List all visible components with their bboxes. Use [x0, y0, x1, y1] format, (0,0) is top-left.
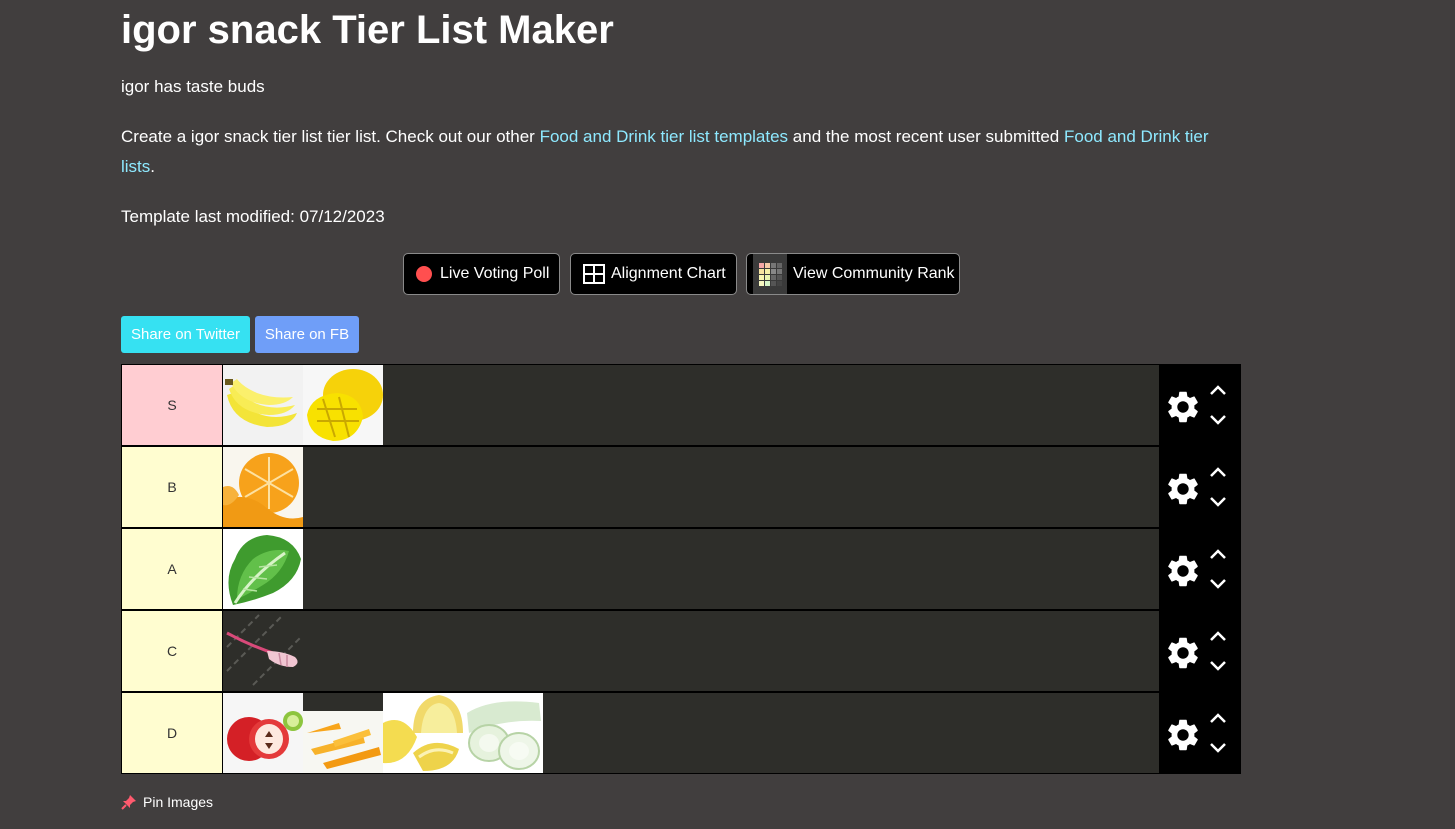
gear-icon[interactable]	[1164, 716, 1202, 754]
tier-controls	[1160, 610, 1241, 692]
live-dot-icon	[416, 266, 432, 282]
chevron-down-icon[interactable]	[1208, 738, 1228, 758]
mango-item[interactable]	[303, 365, 383, 445]
pin-images-button[interactable]: Pin Images	[121, 794, 213, 810]
tier-row: D	[121, 692, 1241, 774]
gear-icon[interactable]	[1164, 388, 1202, 426]
community-rank-icon	[753, 254, 787, 294]
tier-row: S	[121, 364, 1241, 446]
tier-items	[223, 693, 1159, 773]
tier-controls	[1160, 692, 1241, 774]
live-voting-poll-label: Live Voting Poll	[440, 265, 550, 282]
radish-item[interactable]	[223, 611, 303, 691]
chevron-up-icon[interactable]	[1208, 462, 1228, 482]
chevron-up-icon[interactable]	[1208, 626, 1228, 646]
tier-label[interactable]: A	[122, 529, 222, 609]
alignment-chart-label: Alignment Chart	[611, 265, 726, 282]
chevron-up-icon[interactable]	[1208, 708, 1228, 728]
chevron-up-icon[interactable]	[1208, 544, 1228, 564]
tier-controls	[1160, 364, 1241, 446]
share-twitter-button[interactable]: Share on Twitter	[121, 316, 250, 353]
chevron-up-icon[interactable]	[1208, 380, 1228, 400]
tier-items	[223, 611, 1159, 691]
tier-items	[223, 365, 1159, 445]
description-text-3: .	[150, 157, 156, 176]
community-rank-label: View Community Rank	[793, 265, 955, 282]
grid-icon	[583, 264, 605, 284]
live-voting-poll-button[interactable]: Live Voting Poll	[403, 253, 560, 295]
apple-item[interactable]	[223, 693, 303, 773]
view-community-rank-button[interactable]: View Community Rank	[746, 253, 960, 295]
page-subtitle: igor has taste buds	[121, 77, 265, 96]
description-text-1: Create a igor snack tier list tier list.…	[121, 127, 540, 146]
carrots-item[interactable]	[303, 693, 383, 773]
tier-label[interactable]: D	[122, 693, 222, 773]
pushpin-icon	[121, 795, 136, 810]
gear-icon[interactable]	[1164, 634, 1202, 672]
tier-row: B	[121, 446, 1241, 528]
tier-controls	[1160, 446, 1241, 528]
tier-row: C	[121, 610, 1241, 692]
banana-item[interactable]	[223, 365, 303, 445]
gear-icon[interactable]	[1164, 552, 1202, 590]
tier-label[interactable]: B	[122, 447, 222, 527]
page-title: igor snack Tier List Maker	[121, 8, 614, 52]
food-drink-templates-link[interactable]: Food and Drink tier list templates	[540, 127, 789, 146]
tier-label[interactable]: C	[122, 611, 222, 691]
tier-row: A	[121, 528, 1241, 610]
alignment-chart-button[interactable]: Alignment Chart	[570, 253, 737, 295]
pin-images-label: Pin Images	[143, 794, 214, 810]
melon-item[interactable]	[383, 693, 463, 773]
chevron-down-icon[interactable]	[1208, 410, 1228, 430]
orange-item[interactable]	[223, 447, 303, 527]
cucumber-item[interactable]	[463, 693, 543, 773]
lettuce-item[interactable]	[223, 529, 303, 609]
tier-items	[223, 447, 1159, 527]
tier-items	[223, 529, 1159, 609]
chevron-down-icon[interactable]	[1208, 656, 1228, 676]
share-facebook-button[interactable]: Share on FB	[255, 316, 359, 353]
chevron-down-icon[interactable]	[1208, 574, 1228, 594]
gear-icon[interactable]	[1164, 470, 1202, 508]
tier-list: S B A C D	[121, 364, 1241, 774]
description-text-2: and the most recent user submitted	[788, 127, 1064, 146]
tier-label[interactable]: S	[122, 365, 222, 445]
chevron-down-icon[interactable]	[1208, 492, 1228, 512]
tier-controls	[1160, 528, 1241, 610]
template-description: Create a igor snack tier list tier list.…	[121, 122, 1221, 182]
last-modified-text: Template last modified: 07/12/2023	[121, 207, 385, 226]
